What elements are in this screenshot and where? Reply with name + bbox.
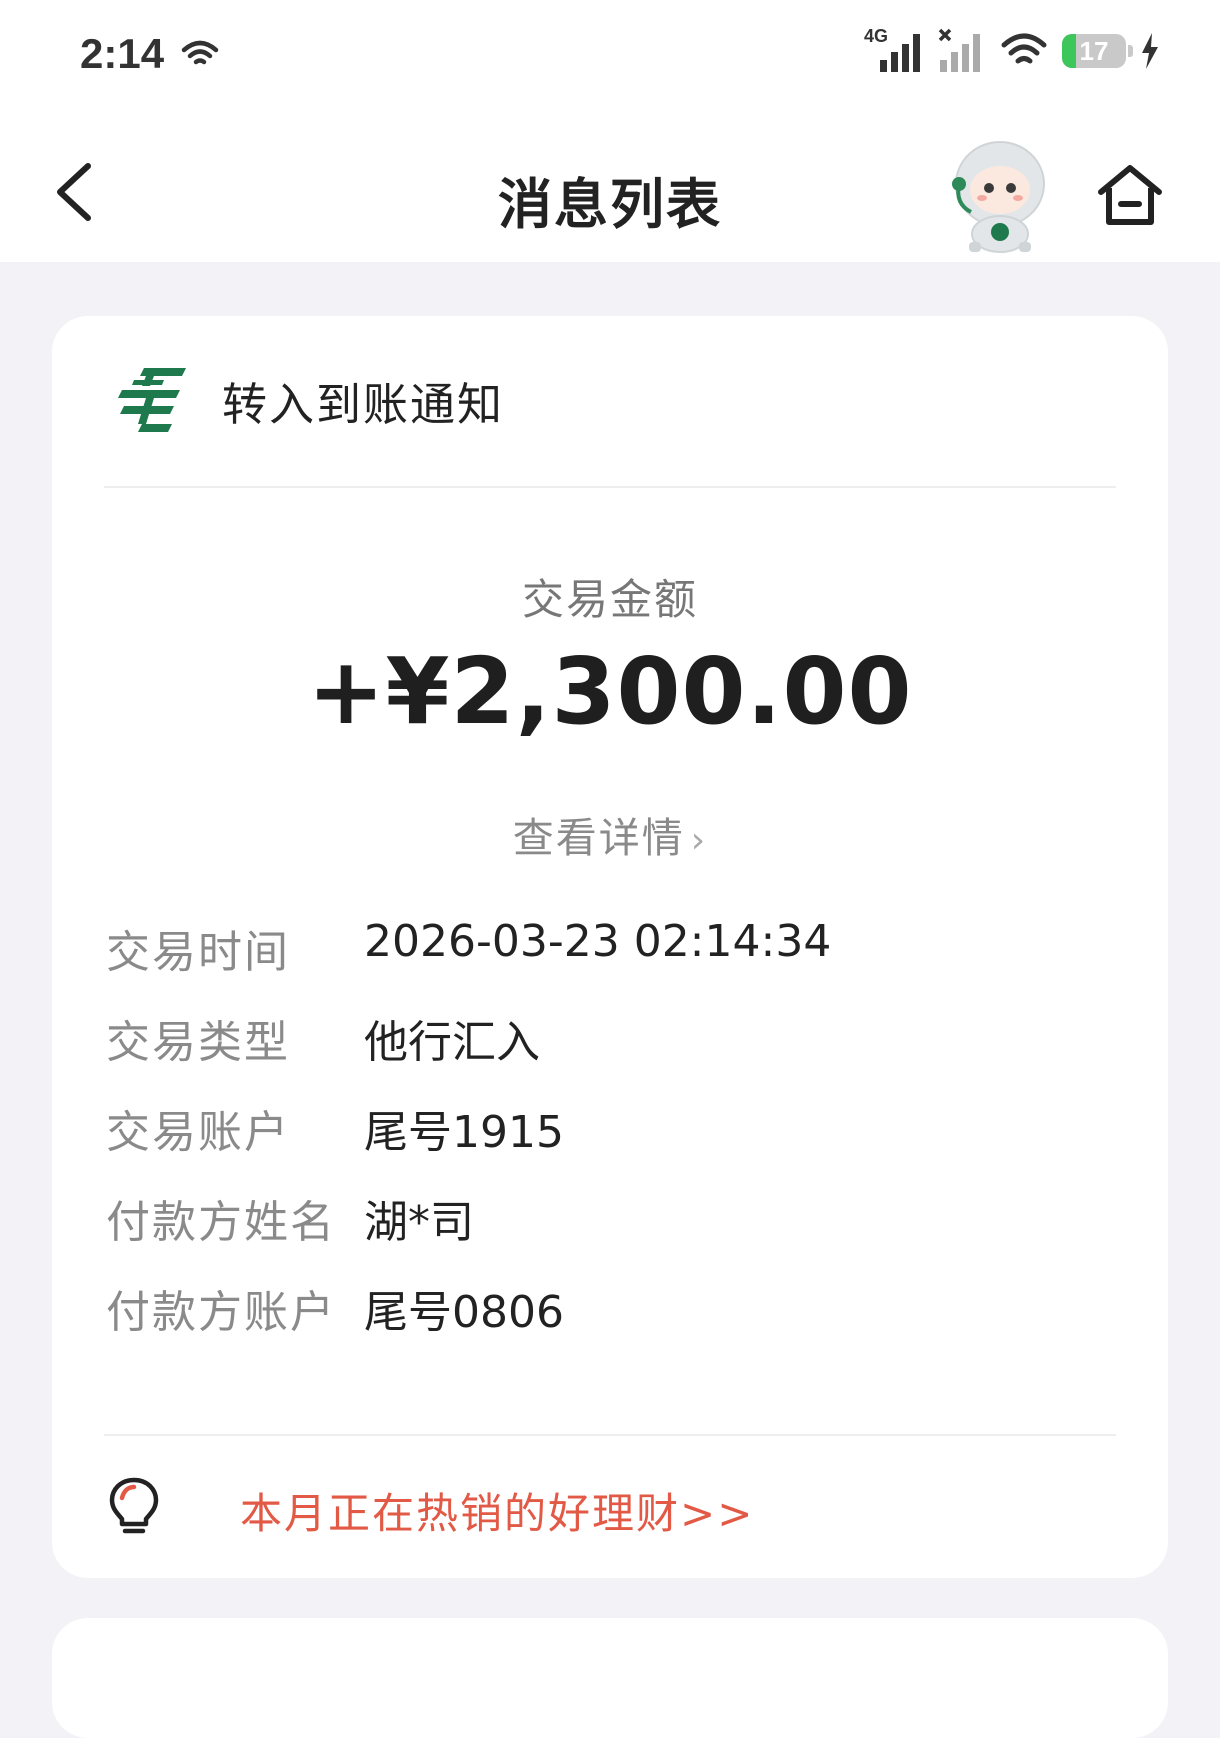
detail-value: 2026-03-23 02:14:34: [364, 916, 832, 967]
wifi-icon-right: [1001, 33, 1047, 64]
view-details-label: 查看详情: [512, 814, 685, 862]
battery-level: 17: [1079, 36, 1109, 66]
navigation-bar: 消息列表: [0, 110, 1220, 262]
charging-bolt-icon: [1142, 33, 1158, 69]
detail-key: 付款方账户: [106, 1287, 336, 1338]
card-header: 转入到账通知: [52, 316, 1168, 486]
detail-row-type: 交易类型 他行汇入: [106, 1006, 1106, 1068]
robot-assistant-icon[interactable]: [945, 134, 1055, 254]
promo-link[interactable]: 本月正在热销的好理财>>: [108, 1472, 1108, 1542]
detail-value: 湖*司: [364, 1197, 474, 1248]
detail-value: 尾号0806: [364, 1287, 564, 1338]
status-bar: 2:14 4G 17: [0, 0, 1220, 110]
cellular-signal-icon: 4G: [864, 26, 924, 74]
postal-bank-logo-icon: [118, 368, 186, 432]
detail-key: 交易时间: [106, 927, 290, 978]
lightbulb-icon: [109, 1477, 159, 1534]
amount-label: 交易金额: [521, 575, 698, 624]
secondary-signal-icon: [938, 28, 986, 74]
header-divider: [104, 486, 1116, 488]
detail-row-account: 交易账户 尾号1915: [106, 1096, 1106, 1158]
detail-value: 他行汇入: [364, 1017, 540, 1068]
detail-row-payer-account: 付款方账户 尾号0806: [106, 1276, 1106, 1338]
footer-divider: [104, 1434, 1116, 1436]
promo-text: 本月正在热销的好理财>>: [240, 1489, 755, 1538]
detail-key: 交易账户: [106, 1107, 290, 1158]
detail-row-payer-name: 付款方姓名 湖*司: [106, 1186, 1106, 1248]
notification-card[interactable]: 转入到账通知 交易金额 +¥2,300.00 查看详情 › 交易时间 2026-0…: [52, 316, 1168, 1578]
chevron-right-icon: ›: [690, 820, 708, 861]
wifi-icon: [181, 40, 219, 65]
view-details-link[interactable]: 查看详情 ›: [52, 804, 1168, 864]
detail-value: 尾号1915: [364, 1107, 564, 1158]
detail-key: 付款方姓名: [106, 1197, 336, 1248]
status-time: 2:14: [80, 30, 165, 77]
home-icon[interactable]: [1095, 160, 1165, 230]
battery-icon: 17: [1062, 34, 1133, 68]
transaction-amount: +¥2,300.00: [307, 638, 913, 745]
status-icons: 4G 17: [864, 26, 1160, 74]
detail-key: 交易类型: [106, 1017, 290, 1068]
detail-row-time: 交易时间 2026-03-23 02:14:34: [106, 916, 1106, 978]
card-title: 转入到账通知: [222, 378, 505, 431]
next-notification-card[interactable]: [52, 1618, 1168, 1738]
